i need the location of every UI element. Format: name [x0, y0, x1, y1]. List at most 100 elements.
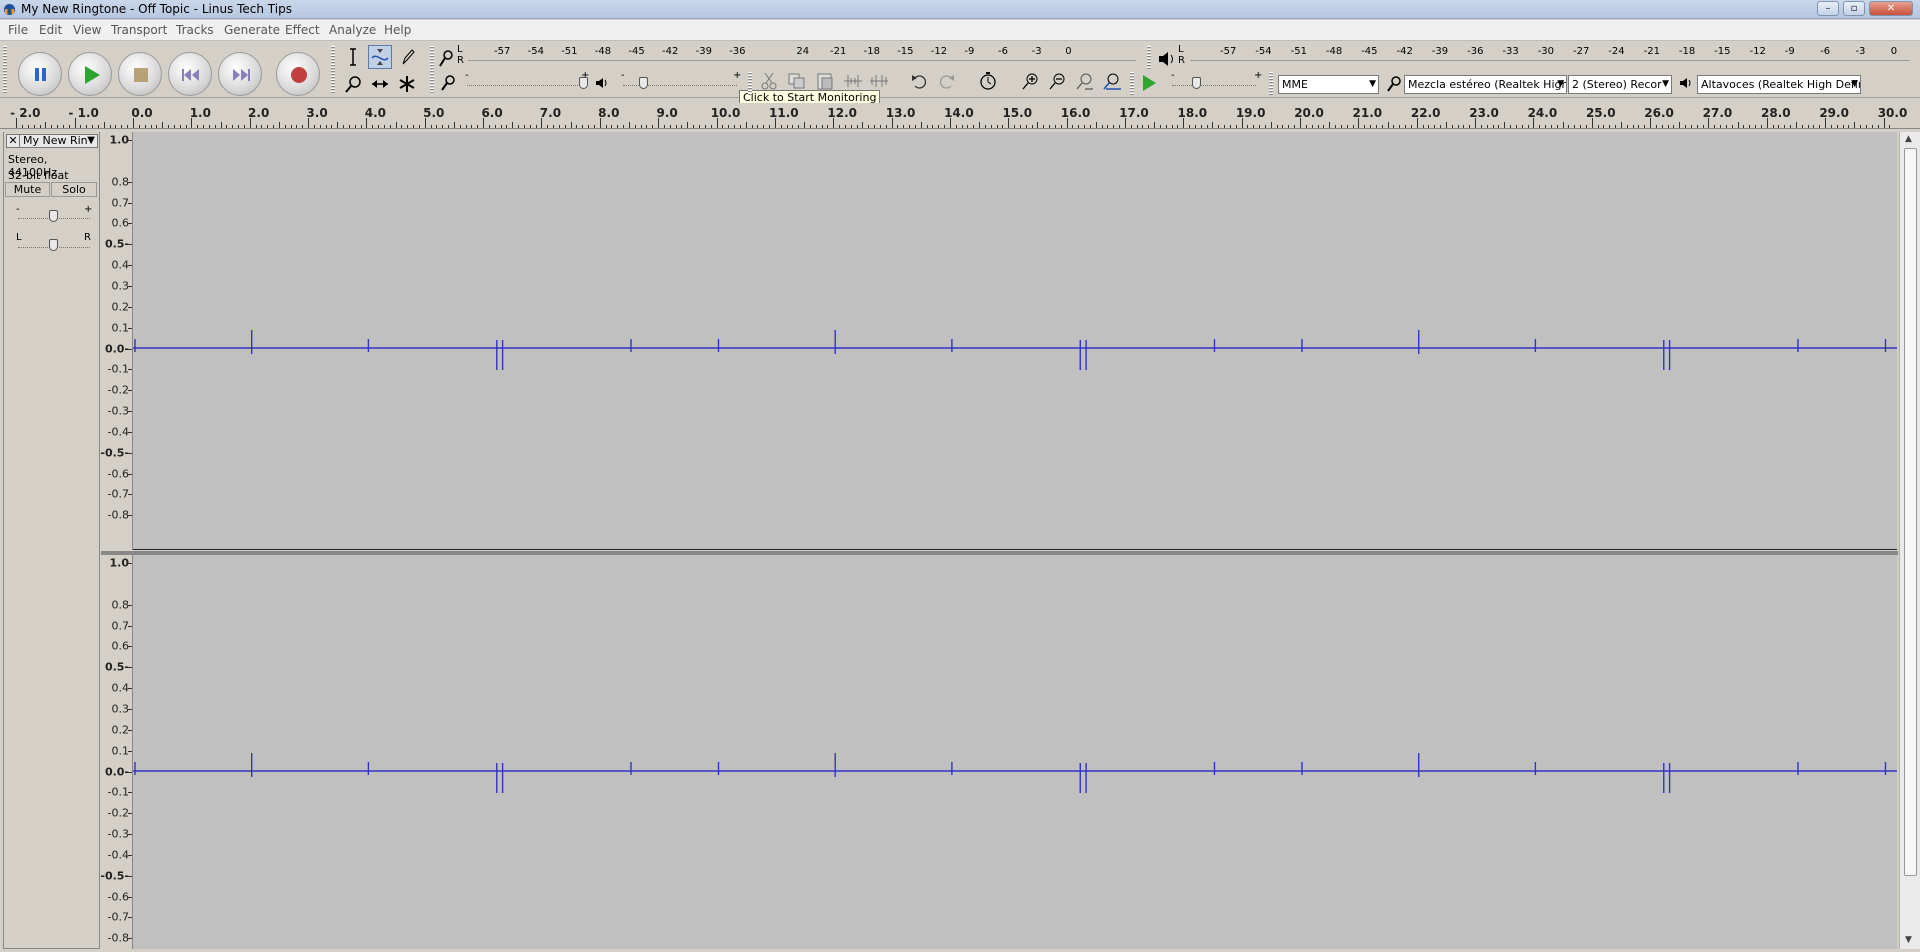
input-volume-slider[interactable] — [463, 76, 588, 90]
track-name-menu[interactable]: My New Rin — [23, 135, 88, 147]
zoom-tool[interactable] — [341, 72, 365, 96]
amplitude-tick — [128, 708, 132, 710]
cut-button[interactable] — [758, 70, 780, 92]
silence-audio-button[interactable] — [868, 70, 890, 92]
scroll-down-icon[interactable]: ▼ — [1905, 935, 1912, 945]
toolbar-grip[interactable] — [1147, 46, 1151, 70]
envelope-tool[interactable] — [368, 45, 392, 69]
amplitude-tick — [128, 306, 132, 308]
timeline-minor-tick — [856, 125, 858, 128]
chevron-down-icon[interactable]: ▼ — [87, 135, 95, 147]
timeline-minor-tick — [570, 122, 572, 128]
timeline-minor-tick — [203, 125, 205, 128]
meter-tick-label: -6 — [998, 46, 1008, 57]
menu-analyze[interactable]: Analyze — [329, 23, 376, 37]
vertical-scrollbar[interactable]: ▲ ▼ — [1899, 132, 1920, 949]
menu-file[interactable]: File — [8, 23, 28, 37]
selection-tool[interactable] — [341, 45, 365, 69]
sync-lock-button[interactable] — [977, 70, 999, 92]
amplitude-label: 0.7 — [111, 619, 130, 633]
paste-button[interactable] — [814, 70, 836, 92]
zoom-in-button[interactable] — [1019, 70, 1041, 92]
stop-button[interactable] — [118, 52, 162, 96]
toolbar-grip[interactable] — [748, 72, 752, 96]
timeline-minor-tick — [809, 125, 811, 128]
track-pan-slider[interactable] — [14, 238, 94, 252]
skip-to-start-button[interactable] — [168, 52, 212, 96]
menu-view[interactable]: View — [73, 23, 101, 37]
playback-meter[interactable]: -57 -54 -51 -48 -45 -42 -39 -36 -33 -30 -27 -24 -21-… — [1190, 42, 1910, 61]
pause-button[interactable] — [18, 52, 62, 96]
toolbar-grip[interactable] — [1269, 72, 1273, 96]
close-window-button[interactable]: ✕ — [1869, 1, 1913, 16]
menu-effect[interactable]: Effect — [285, 23, 320, 37]
toolbar-grip[interactable] — [3, 46, 7, 94]
amplitude-label: -0.4 — [107, 425, 129, 439]
timeline-minor-tick — [296, 125, 298, 128]
timeline-minor-tick — [27, 125, 29, 128]
timeline-minor-tick — [1778, 125, 1780, 128]
menu-help[interactable]: Help — [384, 23, 411, 37]
solo-button[interactable]: Solo — [51, 182, 97, 197]
multi-tool[interactable] — [395, 72, 419, 96]
toolbar-grip[interactable] — [1130, 72, 1134, 96]
play-speed-slider[interactable] — [1168, 76, 1260, 90]
time-shift-tool[interactable] — [368, 72, 392, 96]
scrollbar-thumb[interactable] — [1904, 148, 1917, 876]
draw-tool[interactable] — [395, 45, 419, 69]
timeline-minor-tick — [1159, 125, 1161, 128]
redo-button[interactable] — [936, 70, 958, 92]
playback-device-select[interactable]: Altavoces (Realtek High Defir ▼ — [1697, 75, 1861, 94]
audio-host-select[interactable]: MME ▼ — [1278, 75, 1379, 94]
skip-to-end-button[interactable] — [218, 52, 262, 96]
output-volume-slider[interactable] — [619, 76, 741, 90]
timeline-minor-tick — [1609, 125, 1611, 128]
play-at-speed-button[interactable] — [1138, 72, 1160, 94]
amplitude-label: 0.0- — [104, 342, 129, 355]
timeline-minor-tick — [850, 125, 852, 128]
timeline-minor-tick — [459, 125, 461, 128]
amplitude-label: 0.7 — [111, 196, 130, 210]
timeline-minor-tick — [1136, 125, 1138, 128]
minimize-button[interactable]: – — [1817, 1, 1839, 16]
waveform-right-channel[interactable] — [133, 555, 1897, 949]
record-button[interactable] — [276, 52, 320, 96]
amplitude-label: -0.4 — [107, 848, 129, 862]
scroll-up-icon[interactable]: ▲ — [1905, 134, 1912, 144]
menu-generate[interactable]: Generate — [224, 23, 280, 37]
toolbar-grip[interactable] — [430, 46, 434, 94]
menu-transport[interactable]: Transport — [111, 23, 167, 37]
track-gain-slider[interactable] — [14, 209, 94, 223]
fit-project-button[interactable] — [1100, 70, 1122, 92]
timeline-major-tick — [249, 118, 251, 128]
copy-button[interactable] — [786, 70, 808, 92]
timeline-minor-tick — [1539, 125, 1541, 128]
timeline-label: 30.0 — [1877, 106, 1908, 120]
timeline-minor-tick — [1574, 125, 1576, 128]
amplitude-ruler-right-channel[interactable]: 1.0 0.8 0.7 0.6 0.5- 0.4 0.3 0.2 0.1 0.0- -0.1 -0.2… — [100, 555, 133, 949]
timeline-minor-tick — [1702, 125, 1704, 128]
menu-edit[interactable]: Edit — [39, 23, 62, 37]
timeline-ruler[interactable]: - 2.0 - 1.0 0.0 1.0 2.0 3.0 4.0 5.0 6.0 7.0 8.0 9.0… — [0, 103, 1920, 129]
timeline-major-tick — [1300, 118, 1301, 128]
record-meter[interactable]: -57 -54 -51 -48 -45 -42 -39 -36 24 -21 -18 -15 -12 -9… — [468, 42, 1136, 61]
zoom-out-button[interactable] — [1046, 70, 1068, 92]
menu-tracks[interactable]: Tracks — [176, 23, 214, 37]
timeline-minor-tick — [284, 125, 286, 128]
timeline-minor-tick — [243, 125, 245, 128]
play-button[interactable] — [68, 52, 112, 96]
undo-button[interactable] — [908, 70, 930, 92]
recording-device-select[interactable]: Mezcla estéreo (Realtek High ▼ — [1404, 75, 1567, 94]
timeline-label: 17.0 — [1119, 106, 1149, 120]
mute-button[interactable]: Mute — [5, 182, 50, 197]
fit-selection-button[interactable] — [1073, 70, 1095, 92]
amplitude-tick — [128, 452, 132, 454]
amplitude-ruler-left-channel[interactable]: 1.0 0.8 0.7 0.6 0.5- 0.4 0.3 0.2 0.1 0.0- -0.1 -0.2… — [100, 132, 133, 564]
waveform-left-channel[interactable] — [133, 132, 1897, 550]
maximize-button[interactable]: ▫ — [1843, 1, 1865, 16]
track-close-button[interactable]: ✕ — [7, 135, 20, 147]
trim-audio-button[interactable] — [842, 70, 864, 92]
playback-meter-speaker-icon[interactable] — [1156, 48, 1176, 70]
toolbar-grip[interactable] — [331, 46, 335, 94]
recording-channels-select[interactable]: 2 (Stereo) Recor ▼ — [1568, 75, 1672, 94]
